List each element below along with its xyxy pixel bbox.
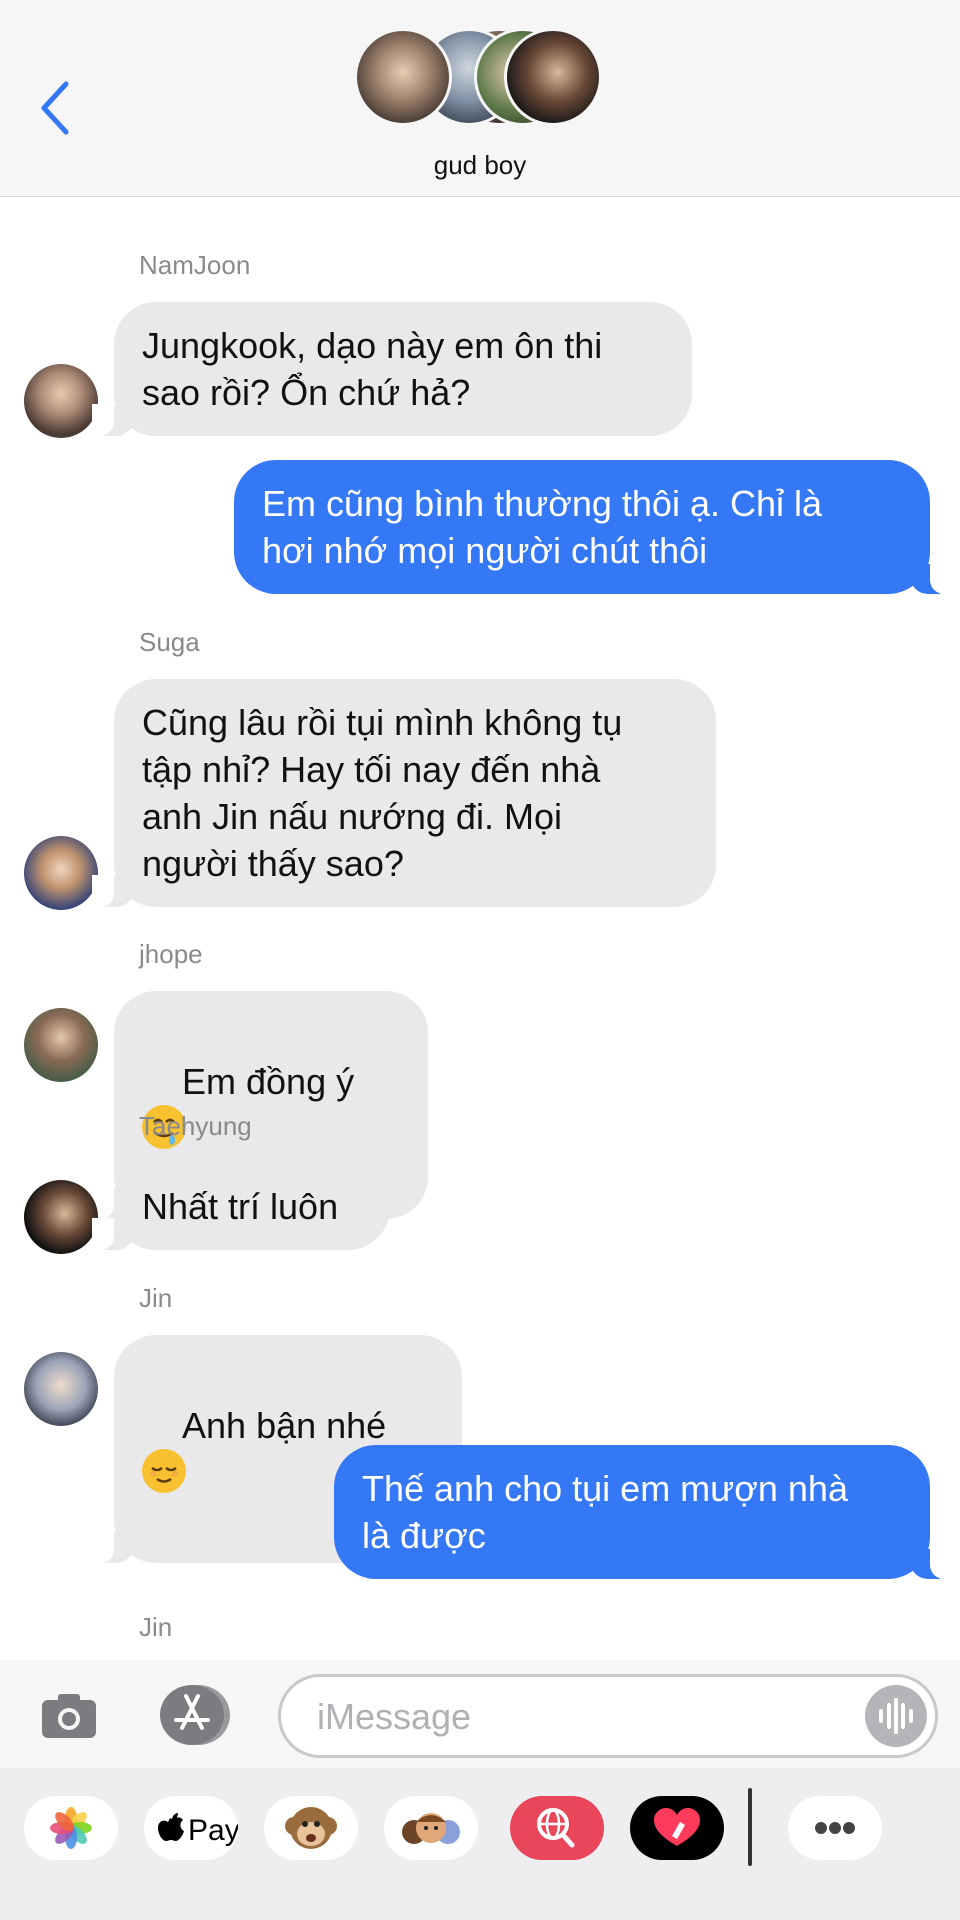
message-input[interactable]	[315, 1691, 839, 1743]
avatar	[354, 28, 452, 126]
sender-name: NamJoon	[139, 250, 251, 280]
waveform-icon	[879, 1698, 913, 1734]
photos-app-button[interactable]	[24, 1796, 118, 1860]
avatar[interactable]	[24, 1180, 98, 1254]
avatar[interactable]	[24, 836, 98, 910]
conversation-header: gud boy	[0, 0, 960, 197]
sender-name: Suga	[139, 627, 200, 657]
more-icon	[815, 1822, 855, 1834]
animoji-button[interactable]	[264, 1796, 358, 1860]
sender-name: jhope	[139, 939, 203, 969]
heart-touch-icon	[654, 1808, 700, 1846]
avatar[interactable]	[24, 1008, 98, 1082]
digital-touch-button[interactable]	[630, 1796, 724, 1860]
apple-logo-icon: Pay	[158, 1813, 238, 1847]
more-apps-button[interactable]	[788, 1796, 882, 1860]
sender-name: Taehyung	[139, 1111, 252, 1141]
app-store-icon	[160, 1685, 230, 1745]
globe-search-icon	[537, 1808, 575, 1848]
web-image-search-button[interactable]	[510, 1796, 604, 1860]
back-button[interactable]	[36, 78, 76, 138]
message-text: Anh bận nhé	[182, 1405, 397, 1446]
avatar[interactable]	[24, 1352, 98, 1426]
message-bubble-sent[interactable]: Thế anh cho tụi em mượn nhà là được	[334, 1445, 952, 1579]
message-bubble[interactable]: Nhất trí luôn	[92, 1163, 390, 1250]
apple-pay-label: Pay	[188, 1814, 238, 1847]
camera-icon	[42, 1694, 96, 1738]
monkey-icon	[285, 1807, 337, 1849]
app-store-button[interactable]	[156, 1684, 234, 1746]
apple-pay-button[interactable]: Pay	[144, 1796, 238, 1860]
avatar	[504, 28, 602, 126]
app-drawer: Pay	[0, 1768, 960, 1920]
memoji-icon	[402, 1813, 460, 1844]
message-bubble[interactable]: Cũng lâu rồi tụi mình không tụ tập nhỉ? …	[92, 679, 716, 907]
message-text: Em đồng ý	[182, 1061, 365, 1102]
chevron-left-icon	[41, 81, 69, 135]
sender-name: Jin	[139, 1612, 173, 1642]
group-avatar-stack[interactable]	[354, 28, 606, 130]
drawer-divider	[748, 1788, 752, 1866]
memoji-stickers-button[interactable]	[384, 1796, 478, 1860]
compose-bar	[0, 1660, 960, 1768]
audio-message-button[interactable]	[865, 1685, 927, 1747]
message-bubble[interactable]: Jungkook, dạo này em ôn thi sao rồi? Ổn …	[92, 302, 692, 436]
message-field[interactable]	[278, 1674, 938, 1758]
camera-button[interactable]	[40, 1690, 98, 1740]
group-name[interactable]: gud boy	[0, 150, 960, 181]
message-bubble-sent[interactable]: Em cũng bình thường thôi ạ. Chỉ là hơi n…	[234, 460, 952, 594]
sender-name: Jin	[139, 1283, 173, 1313]
avatar[interactable]	[24, 364, 98, 438]
photos-icon	[50, 1807, 92, 1849]
relieved-face-emoji-icon	[142, 1449, 186, 1493]
